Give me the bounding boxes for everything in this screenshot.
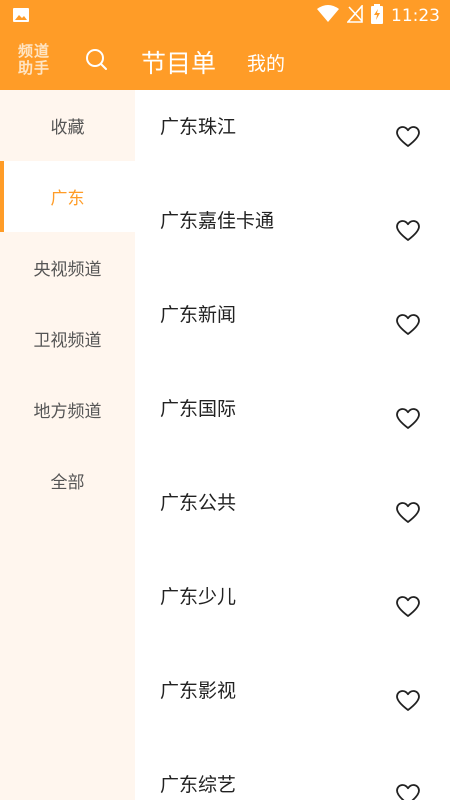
channel-row[interactable]: 广东嘉佳卡通 [135, 184, 450, 278]
channel-name: 广东嘉佳卡通 [160, 210, 275, 232]
signal-icon [346, 3, 363, 27]
heart-icon[interactable] [396, 690, 420, 712]
channel-row[interactable]: 广东珠江 [135, 90, 450, 184]
heart-icon[interactable] [396, 784, 420, 800]
channel-name: 广东综艺 [160, 774, 237, 796]
channel-name: 广东珠江 [160, 116, 237, 138]
wifi-icon [317, 5, 339, 27]
channel-name: 广东少儿 [160, 586, 237, 608]
heart-icon[interactable] [396, 126, 420, 148]
heart-icon[interactable] [396, 408, 420, 430]
channel-name: 广东国际 [160, 398, 237, 420]
search-icon [86, 49, 107, 70]
logo-line2: 助手 [18, 59, 51, 77]
tab-program-list[interactable]: 节目单 [141, 44, 216, 80]
category-sidebar: 收藏 广东 央视频道 卫视频道 地方频道 全部 [0, 90, 135, 800]
sidebar-item-favorites[interactable]: 收藏 [0, 90, 135, 161]
heart-icon[interactable] [396, 502, 420, 524]
sidebar-item-satellite[interactable]: 卫视频道 [0, 303, 135, 374]
channel-row[interactable]: 广东影视 [135, 654, 450, 748]
channel-name: 广东影视 [160, 680, 237, 702]
battery-icon [371, 4, 383, 28]
sidebar-item-guangdong[interactable]: 广东 [0, 161, 135, 232]
channel-row[interactable]: 广东综艺 [135, 748, 450, 800]
channel-name: 广东公共 [160, 492, 237, 514]
status-bar: 11:23 [0, 0, 450, 30]
tab-mine[interactable]: 我的 [247, 49, 285, 76]
channel-row[interactable]: 广东少儿 [135, 560, 450, 654]
app-bar: 11:23 频道 助手 节目单 我的 [0, 0, 450, 90]
heart-icon[interactable] [396, 314, 420, 336]
heart-icon[interactable] [396, 220, 420, 242]
channel-row[interactable]: 广东公共 [135, 466, 450, 560]
image-icon [12, 7, 30, 27]
logo-line1: 频道 [18, 42, 51, 60]
channel-name: 广东新闻 [160, 304, 237, 326]
channel-row[interactable]: 广东国际 [135, 372, 450, 466]
channel-list: 广东珠江 广东嘉佳卡通 广东新闻 广东国际 广东公共 广东少儿 广东影视 广东综… [135, 90, 450, 800]
app-logo: 频道 助手 [18, 43, 56, 79]
toolbar: 频道 助手 节目单 我的 [0, 30, 450, 90]
sidebar-item-local[interactable]: 地方频道 [0, 374, 135, 445]
sidebar-item-cctv[interactable]: 央视频道 [0, 232, 135, 303]
heart-icon[interactable] [396, 596, 420, 618]
channel-row[interactable]: 广东新闻 [135, 278, 450, 372]
status-time: 11:23 [391, 6, 440, 26]
sidebar-item-all[interactable]: 全部 [0, 445, 135, 516]
search-button[interactable] [84, 47, 110, 73]
